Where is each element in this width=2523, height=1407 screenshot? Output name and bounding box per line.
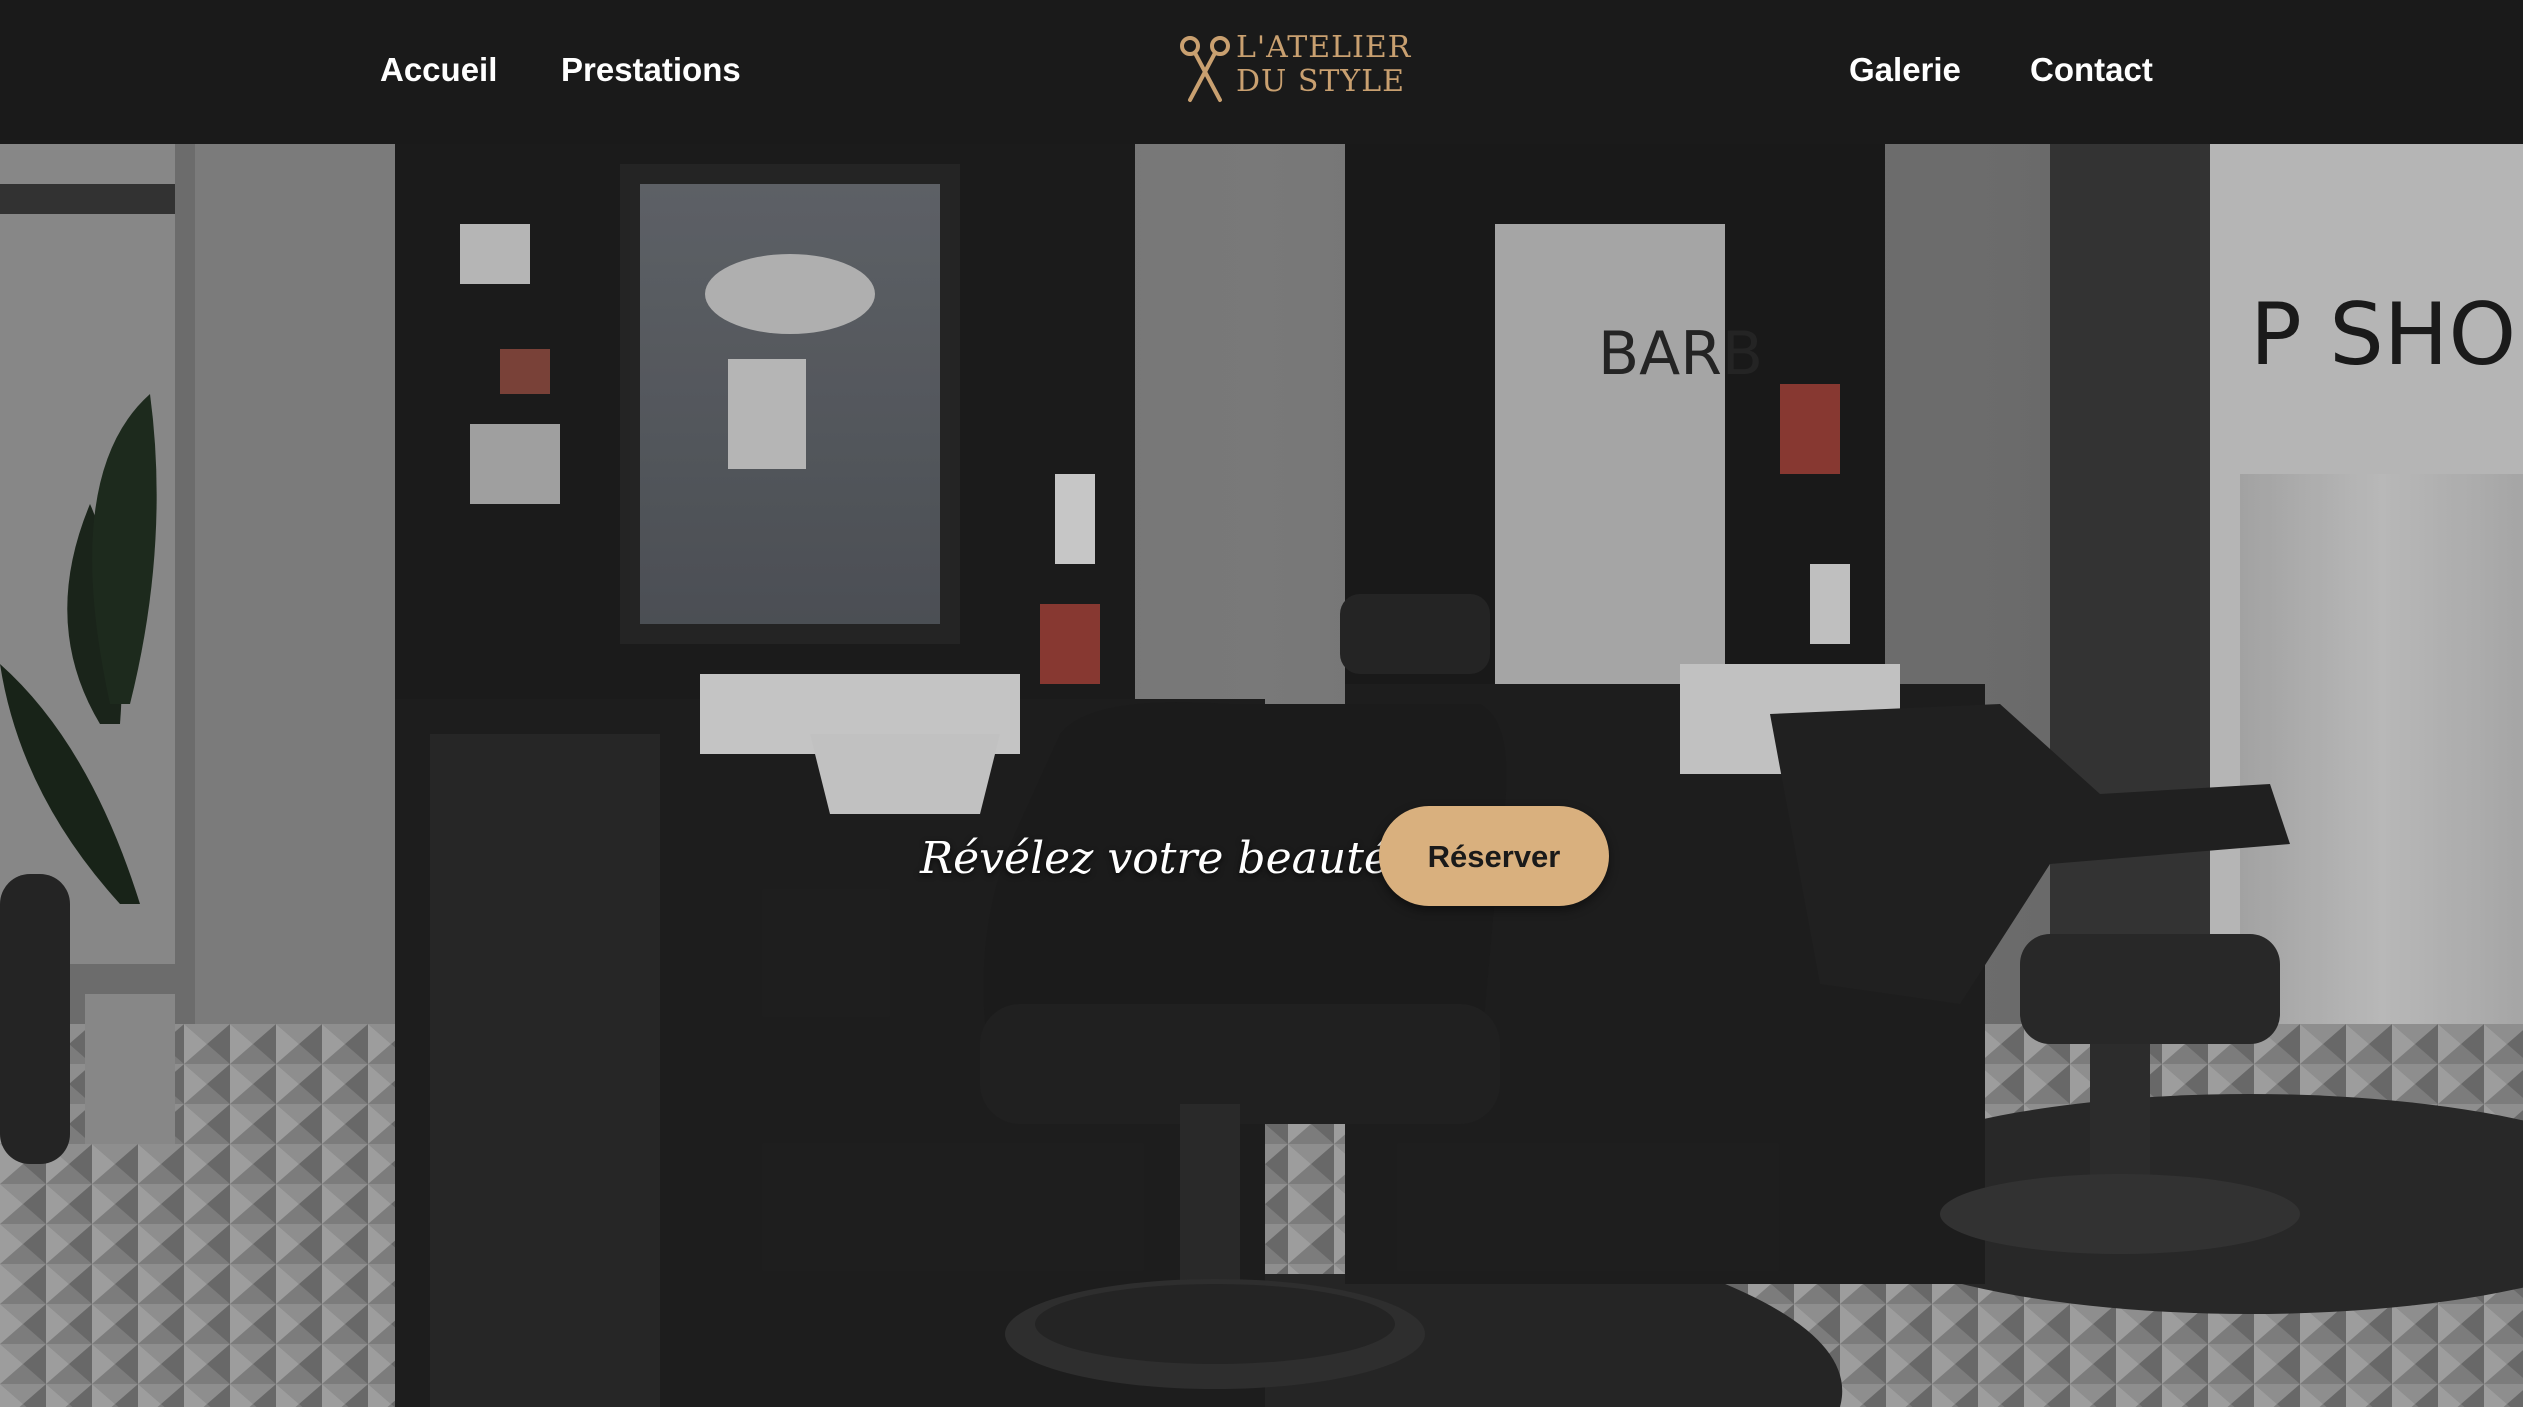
- nav-link-prestations[interactable]: Prestations: [561, 46, 741, 94]
- logo-text-line1: L'ATELIER: [1236, 30, 1412, 65]
- top-navbar: Accueil Prestations L'ATELIER DU STYLE G…: [0, 0, 2523, 144]
- scissors-icon: [1180, 36, 1230, 102]
- brand-logo[interactable]: L'ATELIER DU STYLE: [1180, 30, 1410, 106]
- logo-text-line2: DU STYLE: [1236, 64, 1406, 99]
- nav-link-contact[interactable]: Contact: [2030, 46, 2153, 94]
- book-button[interactable]: Réserver: [1379, 806, 1609, 906]
- nav-link-accueil[interactable]: Accueil: [380, 46, 497, 94]
- hero-section: P SHOP BARB: [0, 144, 2523, 1407]
- hero-tagline: Révélez votre beauté: [920, 833, 1390, 884]
- hero-dark-overlay: [0, 144, 2523, 1407]
- nav-link-galerie[interactable]: Galerie: [1849, 46, 1961, 94]
